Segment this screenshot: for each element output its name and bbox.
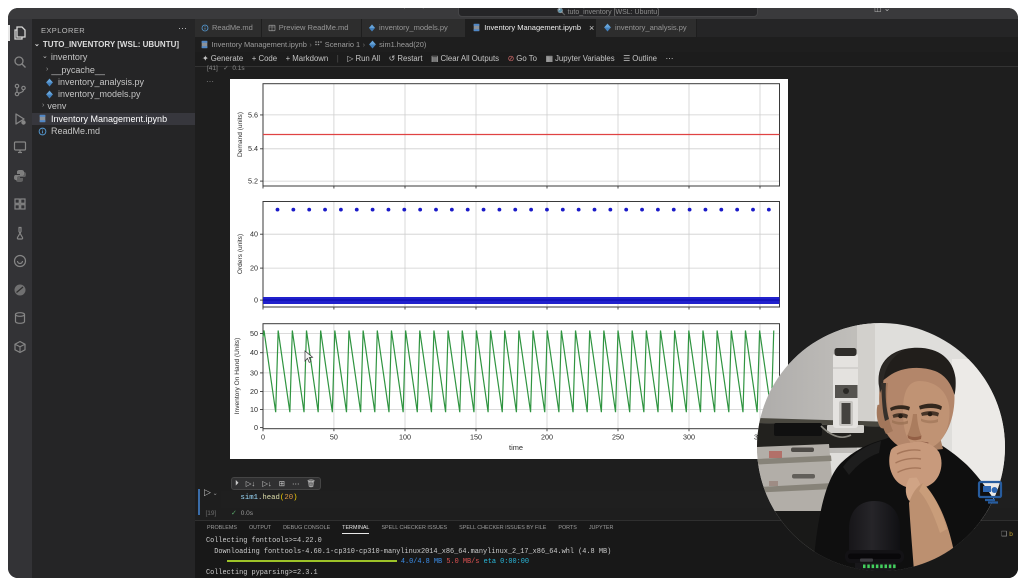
- svg-text:50: 50: [330, 432, 338, 441]
- svg-text:5.6: 5.6: [248, 110, 258, 119]
- svg-text:10: 10: [250, 404, 258, 413]
- svg-text:0: 0: [254, 295, 258, 304]
- svg-text:Orders (units): Orders (units): [237, 233, 244, 273]
- svg-text:200: 200: [541, 432, 553, 441]
- svg-text:30: 30: [250, 368, 258, 377]
- svg-text:40: 40: [250, 348, 258, 357]
- svg-text:250: 250: [612, 432, 624, 441]
- svg-text:5.4: 5.4: [248, 144, 258, 153]
- svg-text:0: 0: [254, 423, 258, 432]
- svg-text:Demand (units): Demand (units): [237, 111, 244, 156]
- svg-text:300: 300: [683, 432, 695, 441]
- svg-text:40: 40: [250, 229, 258, 238]
- svg-text:time: time: [509, 443, 523, 452]
- svg-text:20: 20: [250, 386, 258, 395]
- svg-text:150: 150: [470, 432, 482, 441]
- svg-text:Inventory On Hand (Units): Inventory On Hand (Units): [234, 337, 241, 414]
- svg-text:50: 50: [250, 328, 258, 337]
- svg-text:20: 20: [250, 263, 258, 272]
- svg-text:5.2: 5.2: [248, 176, 258, 185]
- svg-text:0: 0: [261, 432, 265, 441]
- svg-text:100: 100: [399, 432, 411, 441]
